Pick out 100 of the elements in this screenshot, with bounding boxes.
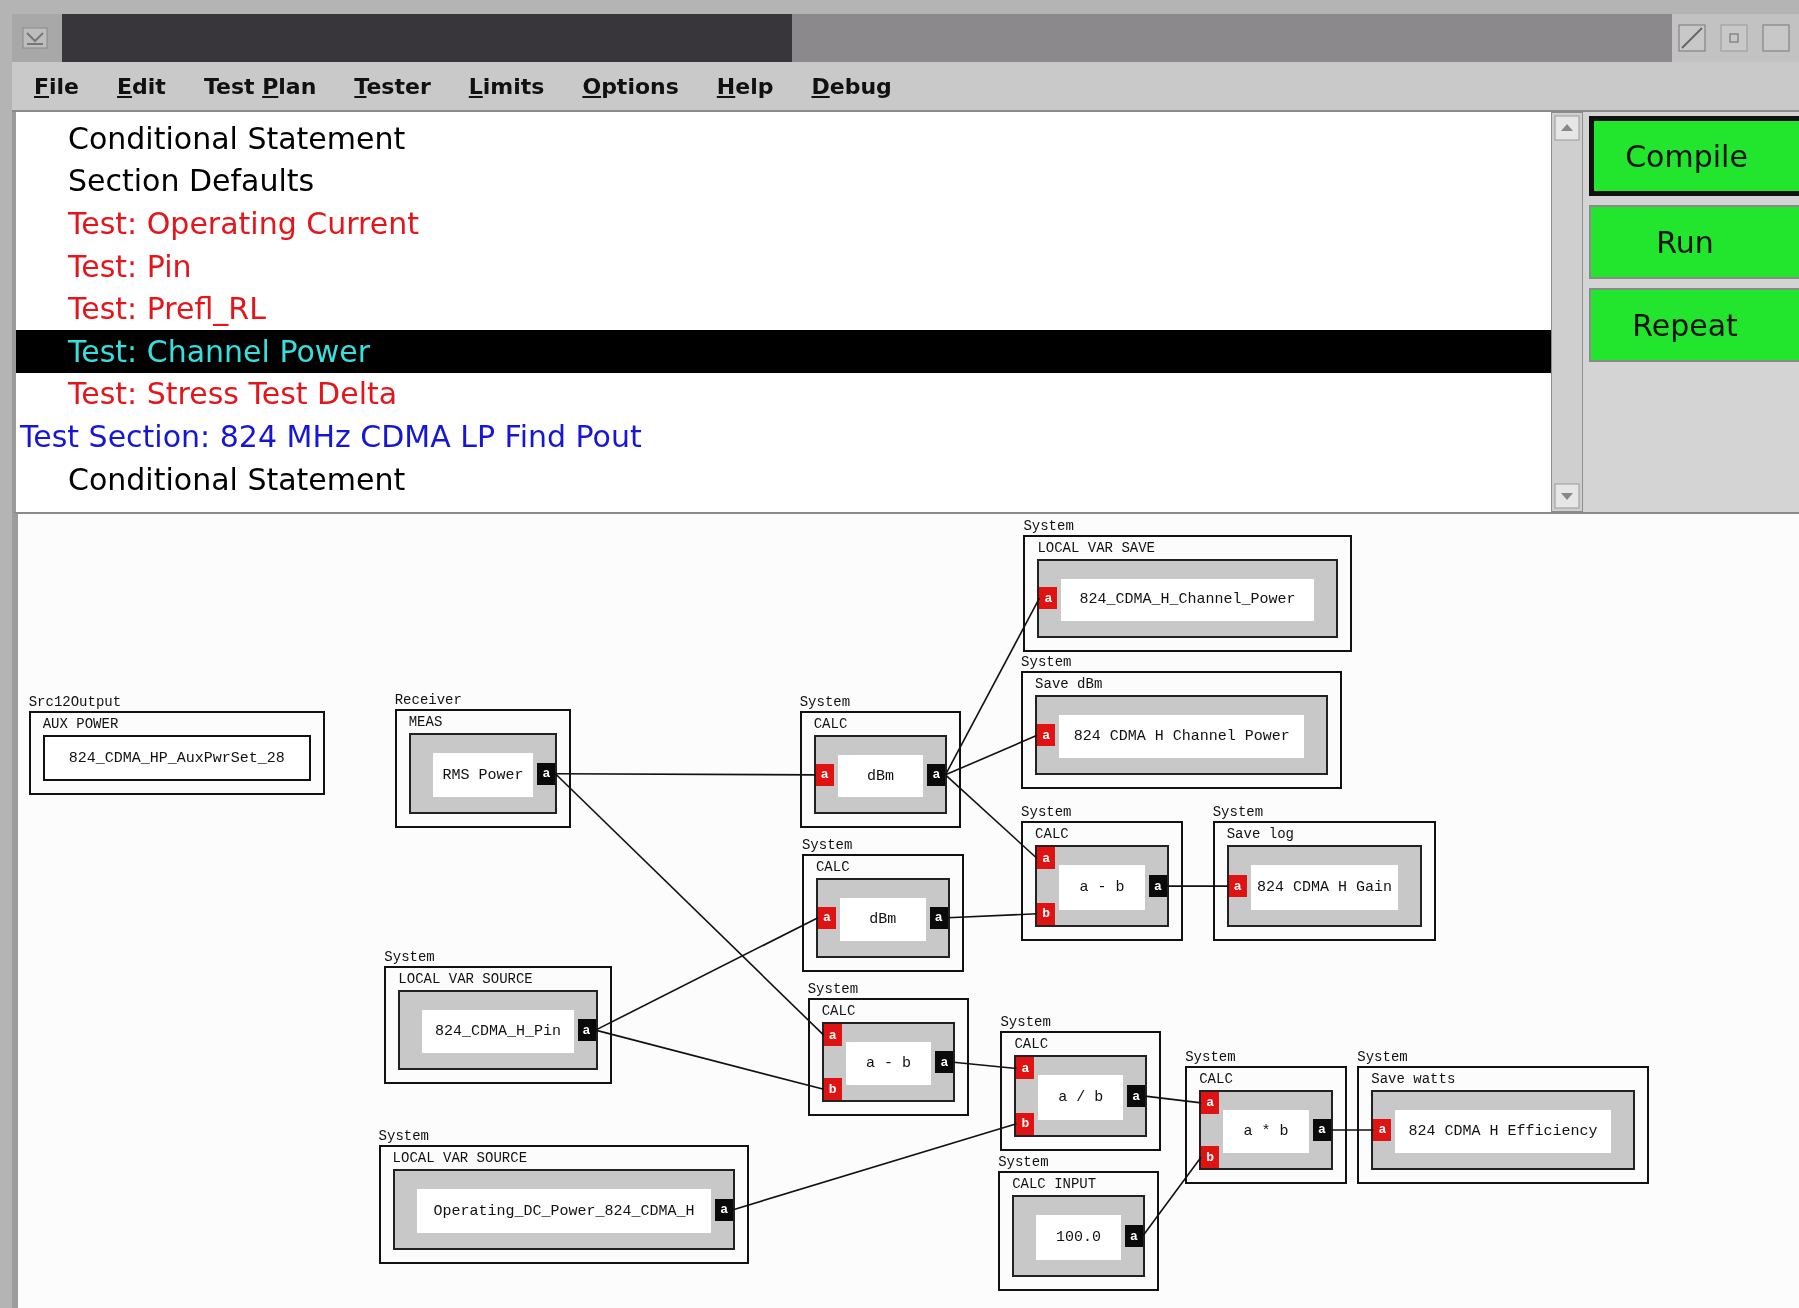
plan-row[interactable]: Conditional Statement [16,457,1551,501]
node-box[interactable]: CALC a b a - b a [807,998,970,1117]
node-value: Operating_DC_Power_824_CDMA_H [433,1202,695,1220]
node-title: CALC [821,1002,856,1022]
maximize-icon[interactable] [1761,23,1791,53]
input-port[interactable]: a [1228,875,1247,898]
input-port[interactable]: a [1373,1118,1392,1141]
input-port[interactable]: b [1037,902,1056,925]
action-button[interactable]: Compile [1589,116,1799,196]
window-menu-icon[interactable] [22,27,48,49]
connector-line [1330,1129,1375,1131]
scrollbar[interactable] [1551,112,1583,512]
node-box[interactable]: CALC a b a - b a [1021,821,1183,941]
menu-item[interactable]: Limits [468,73,545,99]
menu-item[interactable]: Tester [354,73,431,99]
node-box[interactable]: CALC a dBm a [801,853,964,972]
input-port[interactable]: b [823,1078,842,1101]
output-port[interactable]: a [715,1198,734,1221]
node-title: LOCAL VAR SAVE [1037,538,1156,558]
menu-item[interactable]: Edit [117,73,166,99]
output-port[interactable]: a [1148,875,1167,898]
input-port[interactable]: a [817,906,836,929]
node-box[interactable]: CALC a b a / b a [1000,1031,1162,1151]
node-box[interactable]: MEAS RMS Power a [394,709,572,829]
node-box[interactable]: CALC a dBm a [799,711,962,829]
input-port[interactable]: a [1201,1091,1220,1114]
node-value: a / b [1058,1089,1104,1107]
plan-row[interactable]: Section Defaults [16,159,1551,203]
plan-row[interactable]: Test: Stress Test Delta [16,372,1551,416]
menu-item[interactable]: Test Plan [203,73,317,99]
scroll-down-icon[interactable] [1554,483,1580,509]
node-box[interactable]: LOCAL VAR SOURCE 824_CDMA_H_Pin a [384,966,612,1085]
node-category: System [799,693,851,712]
output-port[interactable]: a [1127,1085,1146,1108]
node-value: 824 CDMA H Gain [1257,879,1393,897]
plan-row[interactable]: Test: Prefl_RL [16,287,1551,330]
plan-row[interactable]: Test Section: 824 MHz CDMA LP Find Pout [16,415,1551,458]
node-category: System [384,948,435,967]
node-value: 824_CDMA_HP_AuxPwrSet_28 [68,749,285,767]
node-value: 824 CDMA H Channel Power [1073,728,1290,746]
node-category: System [1023,516,1074,535]
output-port[interactable]: a [1312,1118,1331,1141]
node-box[interactable]: CALC INPUT 100.0 a [998,1171,1159,1291]
node-value: a * b [1243,1122,1289,1140]
input-port[interactable]: a [1037,847,1056,870]
output-port[interactable]: a [1124,1225,1143,1248]
node-box[interactable]: LOCAL VAR SAVE a 824_CDMA_H_Channel_Power [1023,534,1352,652]
node-title: Save dBm [1035,675,1103,695]
node-category: System [1212,803,1264,822]
action-button[interactable]: Run [1589,205,1799,279]
node-category: System [1185,1047,1236,1066]
output-port[interactable]: a [935,1051,954,1074]
node-value: 824_CDMA_H_Channel_Power [1079,591,1296,609]
node-box[interactable]: Save dBm a 824 CDMA H Channel Power [1021,671,1343,790]
node-box[interactable]: Save log a 824 CDMA H Gain [1212,821,1437,941]
node-category: Src12Output [28,693,122,712]
plan-row[interactable]: Test: Operating Current [16,202,1551,245]
menu-item[interactable]: File [34,73,80,99]
output-port[interactable]: a [927,763,946,786]
node-value: a - b [866,1055,912,1073]
input-port[interactable]: b [1016,1112,1035,1135]
menu-item[interactable]: Options [582,73,679,99]
plan-label: Conditional Statement [68,120,406,156]
output-port[interactable]: a [929,906,948,929]
menu-item[interactable]: Help [716,73,774,99]
node-category: System [998,1153,1049,1172]
input-port[interactable]: a [815,763,834,786]
node-box[interactable]: CALC a b a * b a [1185,1065,1347,1185]
input-port[interactable]: a [1016,1057,1035,1080]
menu-item[interactable]: Debug [811,73,892,99]
node-value: 824_CDMA_H_Pin [434,1023,561,1041]
plan-label: Test: Pin [68,248,192,284]
plan-label: Test: Prefl_RL [68,291,266,327]
plan-label: Test: Operating Current [68,206,419,241]
node-title: CALC [815,857,850,877]
node-category: System [801,835,853,854]
node-title: LOCAL VAR SOURCE [392,1149,528,1168]
node-box[interactable]: LOCAL VAR SOURCE Operating_DC_Power_824_CDMA_H a [378,1145,750,1265]
node-box[interactable]: AUX POWER 824_CDMA_HP_AuxPwrSet_28 [28,711,325,796]
minimize-icon[interactable] [1719,23,1749,53]
input-port[interactable]: a [1037,724,1056,747]
output-port[interactable]: a [537,762,556,785]
plan-row[interactable]: Conditional Statement [16,117,1551,160]
plan-row[interactable]: Test: Channel Power [16,329,1551,373]
node-value: RMS Power [442,766,524,784]
input-port[interactable]: a [823,1024,842,1047]
resize-icon[interactable] [1677,23,1707,53]
node-title: CALC [1014,1035,1049,1055]
node-category: Receiver [394,691,462,710]
node-title: AUX POWER [42,715,119,735]
plan-row[interactable]: Test: Pin [16,244,1551,288]
input-port[interactable]: b [1201,1146,1220,1169]
output-port[interactable]: a [577,1019,596,1042]
plan-label: Test Section: 824 MHz CDMA LP Find Pout [20,418,642,454]
scroll-up-icon[interactable] [1554,115,1580,141]
node-value: dBm [869,910,897,928]
node-box[interactable]: Save watts a 824 CDMA H Efficiency [1357,1065,1649,1185]
action-button[interactable]: Repeat [1589,288,1799,362]
node-title: CALC [813,715,848,735]
input-port[interactable]: a [1039,587,1058,610]
